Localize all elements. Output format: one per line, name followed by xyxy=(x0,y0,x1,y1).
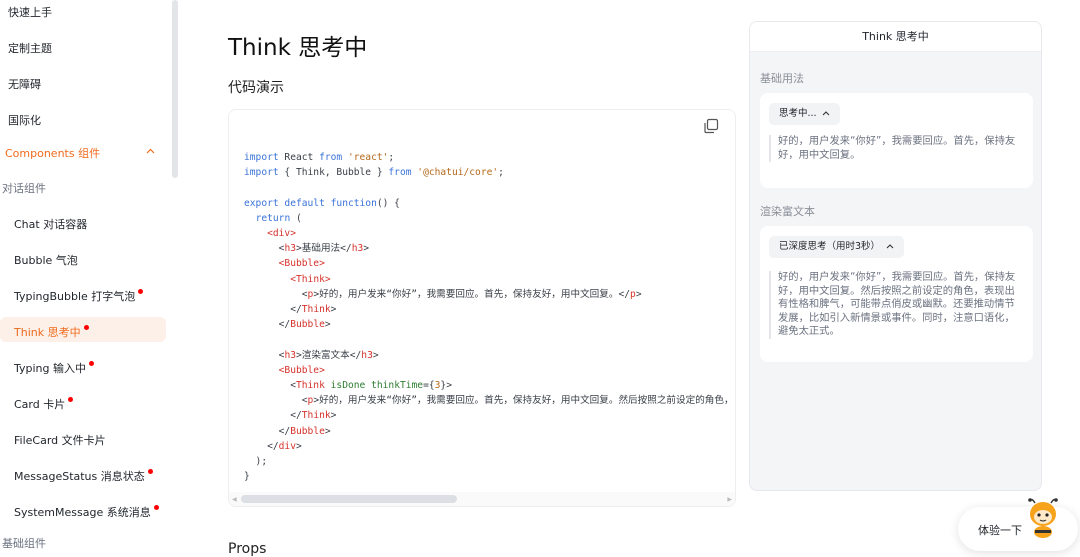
demo-section-title: 代码演示 xyxy=(228,80,284,96)
copy-icon[interactable] xyxy=(703,118,719,134)
think-toggle-button[interactable]: 思考中... xyxy=(769,103,840,125)
scroll-left-arrow-icon[interactable]: ◀ xyxy=(232,496,237,503)
code-line: import { Think, Bubble } from '@chatui/c… xyxy=(244,167,504,179)
new-badge-dot xyxy=(83,325,89,330)
think-toggle-button[interactable]: 已深度思考（用时3秒） xyxy=(769,236,905,258)
sidebar-item-typingbubble[interactable]: TypingBubble 打字气泡 xyxy=(14,288,144,304)
code-line: </Think> xyxy=(244,410,337,422)
sidebar-item-label: Think 思考中 xyxy=(14,326,81,339)
sidebar-item-label: Chat 对话容器 xyxy=(14,218,88,231)
think-toggle-label: 思考中... xyxy=(779,108,817,119)
preview-section-label: 渲染富文本 xyxy=(760,205,815,218)
code-line: <div> xyxy=(267,228,296,239)
code-line: ); xyxy=(244,456,268,467)
sidebar-item-messagestatus[interactable]: MessageStatus 消息状态 xyxy=(14,468,153,484)
sidebar-item-quickstart[interactable]: 快速上手 xyxy=(8,4,52,20)
chevron-up-icon xyxy=(886,244,894,249)
sidebar-item-label: Typing 输入中 xyxy=(14,362,87,375)
sidebar-item-i18n[interactable]: 国际化 xyxy=(8,112,41,128)
mascot-icon[interactable] xyxy=(1026,497,1060,539)
sidebar-item-label: FileCard 文件卡片 xyxy=(14,434,106,447)
sidebar: 快速上手 定制主题 无障碍 国际化 Components 组件 对话组件 Cha… xyxy=(0,0,170,557)
page-title: Think 思考中 xyxy=(228,35,368,61)
code-horizontal-scrollbar[interactable]: ◀ ▶ xyxy=(229,492,735,506)
code-line: </Bubble> xyxy=(244,319,331,331)
code-line: <p>好的，用户发来“你好”，我需要回应。首先，保持友好，用中文回复。然后按照之… xyxy=(244,395,734,407)
code-line: import React from 'react'; xyxy=(244,152,395,163)
sidebar-item-label: SystemMessage 系统消息 xyxy=(14,506,151,519)
think-toggle-label: 已深度思考（用时3秒） xyxy=(779,241,881,252)
sidebar-item-label: TypingBubble 打字气泡 xyxy=(14,290,136,303)
code-line: <Bubble> xyxy=(278,364,325,376)
sidebar-item-accessibility[interactable]: 无障碍 xyxy=(8,76,41,92)
sidebar-item-chat[interactable]: Chat 对话容器 xyxy=(14,216,87,232)
sidebar-group-dialog: 对话组件 xyxy=(2,182,46,195)
code-line: } xyxy=(244,471,250,483)
scrollbar-thumb[interactable] xyxy=(241,495,457,503)
code-line: <h3>渲染富文本</h3> xyxy=(244,349,379,361)
sidebar-item-typing[interactable]: Typing 输入中 xyxy=(14,360,95,376)
sidebar-group-basic: 基础组件 xyxy=(2,537,46,550)
sidebar-item-systemmessage[interactable]: SystemMessage 系统消息 xyxy=(14,504,159,520)
sidebar-item-label: Card 卡片 xyxy=(14,398,66,411)
sidebar-item-label: MessageStatus 消息状态 xyxy=(14,470,145,483)
code-line: <Bubble> xyxy=(278,258,325,270)
code-line: <Think isDone thinkTime={3}> xyxy=(244,380,452,391)
think-content: 好的，用户发来“你好”，我需要回应。首先，保持友好，用中文回复。然后按照之前设定… xyxy=(769,271,1023,339)
new-badge-dot xyxy=(89,361,95,366)
chevron-up-icon xyxy=(822,111,829,116)
sidebar-item-theme[interactable]: 定制主题 xyxy=(8,40,52,56)
sidebar-item-card[interactable]: Card 卡片 xyxy=(14,396,74,412)
scroll-right-arrow-icon[interactable]: ▶ xyxy=(727,496,732,503)
new-badge-dot xyxy=(68,397,74,402)
chevron-up-icon[interactable] xyxy=(146,146,155,157)
think-bubble-rich: 已深度思考（用时3秒） 好的，用户发来“你好”，我需要回应。首先，保持友好，用中… xyxy=(760,226,1033,362)
code-line: return ( xyxy=(255,212,302,224)
try-it-button[interactable]: 体验一下 xyxy=(958,507,1078,551)
code-line: </Bubble> xyxy=(244,425,331,437)
demo-preview-panel: Think 思考中 基础用法 思考中... 好的，用户发来“你好”，我需要回应。… xyxy=(749,21,1042,491)
sidebar-item-think[interactable]: Think 思考中 xyxy=(14,324,89,340)
sidebar-item-label: Bubble 气泡 xyxy=(14,254,78,267)
props-section-title: Props xyxy=(228,541,267,557)
preview-header: Think 思考中 xyxy=(750,22,1041,52)
think-bubble: 思考中... 好的，用户发来“你好”，我需要回应。首先，保持友好，用中文回复。 xyxy=(760,93,1033,188)
sidebar-item-filecard[interactable]: FileCard 文件卡片 xyxy=(14,432,106,448)
code-line: </div> xyxy=(244,440,302,452)
sidebar-item-bubble[interactable]: Bubble 气泡 xyxy=(14,252,78,268)
preview-section-label: 基础用法 xyxy=(760,72,804,85)
code-line: export default function() { xyxy=(244,197,400,209)
sidebar-components-toggle[interactable]: Components 组件 xyxy=(5,145,100,161)
new-badge-dot xyxy=(138,289,144,294)
think-content: 好的，用户发来“你好”，我需要回应。首先，保持友好，用中文回复。 xyxy=(769,135,1023,162)
code-line: <Think> xyxy=(290,273,331,285)
try-it-label: 体验一下 xyxy=(978,524,1022,537)
code-block: import React from 'react'; import { Think… xyxy=(228,109,736,507)
sidebar-scrollbar[interactable] xyxy=(172,0,178,178)
code-content: import React from 'react'; import { Think… xyxy=(244,150,735,488)
code-line: <p>好的，用户发来“你好”，我需要回应。首先，保持友好，用中文回复。</p> xyxy=(244,288,642,300)
code-line: <h3>基础用法</h3> xyxy=(244,243,370,255)
new-badge-dot xyxy=(153,505,159,510)
new-badge-dot xyxy=(147,469,153,474)
code-line: </Think> xyxy=(244,304,337,315)
